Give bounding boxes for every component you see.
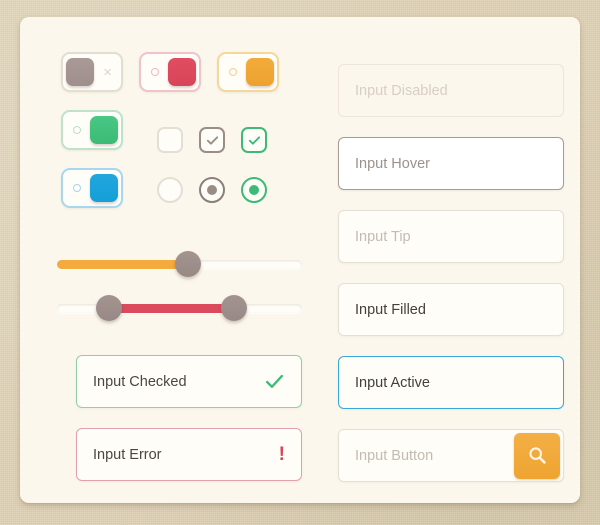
- input-filled[interactable]: Input Filled: [338, 283, 564, 336]
- input-with-button[interactable]: Input Button: [338, 429, 564, 482]
- ui-kit-panel: × Input Checked Input Error ! Input Disa…: [20, 17, 580, 503]
- toggle-switch-on-red[interactable]: [139, 52, 201, 92]
- slider-fill: [110, 304, 236, 313]
- radio-inner-dot: [249, 185, 259, 195]
- slider-handle-high[interactable]: [221, 295, 248, 321]
- toggle-indicator-dot: [229, 68, 237, 76]
- input-active-value: Input Active: [355, 374, 430, 391]
- toggle-knob: [90, 174, 118, 202]
- radio-inner-dot: [207, 185, 217, 195]
- toggle-switch-on-blue[interactable]: [61, 168, 123, 208]
- toggle-knob: [90, 116, 118, 144]
- toggle-switch-off-gray[interactable]: ×: [61, 52, 123, 92]
- radio-selected-gray[interactable]: [199, 177, 225, 203]
- slider-single[interactable]: [57, 251, 302, 277]
- check-icon: [206, 135, 218, 145]
- toggle-indicator-dot: [73, 126, 81, 134]
- input-checked-value: Input Checked: [93, 373, 187, 390]
- toggle-switch-on-orange[interactable]: [217, 52, 279, 92]
- exclamation-icon: !: [278, 444, 285, 465]
- radio-selected-green[interactable]: [241, 177, 267, 203]
- input-disabled-value: Input Disabled: [355, 82, 448, 99]
- input-tip-value: Input Tip: [355, 228, 411, 245]
- input-disabled: Input Disabled: [338, 64, 564, 117]
- slider-range[interactable]: [57, 295, 302, 321]
- checkbox-checked-green[interactable]: [241, 127, 267, 153]
- slider-handle[interactable]: [174, 251, 201, 277]
- checkbox-checked-gray[interactable]: [199, 127, 225, 153]
- check-icon: [265, 374, 284, 388]
- toggle-knob: [66, 58, 94, 86]
- input-filled-value: Input Filled: [355, 301, 426, 318]
- input-error-value: Input Error: [93, 446, 162, 463]
- search-icon: [528, 447, 546, 464]
- toggle-switch-on-green[interactable]: [61, 110, 123, 150]
- slider-handle-low[interactable]: [96, 295, 123, 321]
- toggle-knob: [168, 58, 196, 86]
- input-button-value: Input Button: [355, 447, 434, 464]
- input-tip[interactable]: Input Tip: [338, 210, 564, 263]
- toggle-knob: [246, 58, 274, 86]
- input-error[interactable]: Input Error !: [76, 428, 302, 481]
- radio-unselected[interactable]: [157, 177, 183, 203]
- input-hover-value: Input Hover: [355, 155, 430, 172]
- input-hover[interactable]: Input Hover: [338, 137, 564, 190]
- toggle-indicator-dot: [151, 68, 159, 76]
- toggle-indicator-dot: [73, 184, 81, 192]
- input-checked[interactable]: Input Checked: [76, 355, 302, 408]
- search-button[interactable]: [514, 432, 560, 479]
- close-icon: ×: [103, 63, 112, 81]
- input-active[interactable]: Input Active: [338, 356, 564, 409]
- check-icon: [248, 135, 260, 145]
- slider-fill: [57, 260, 190, 269]
- checkbox-unchecked[interactable]: [157, 127, 183, 153]
